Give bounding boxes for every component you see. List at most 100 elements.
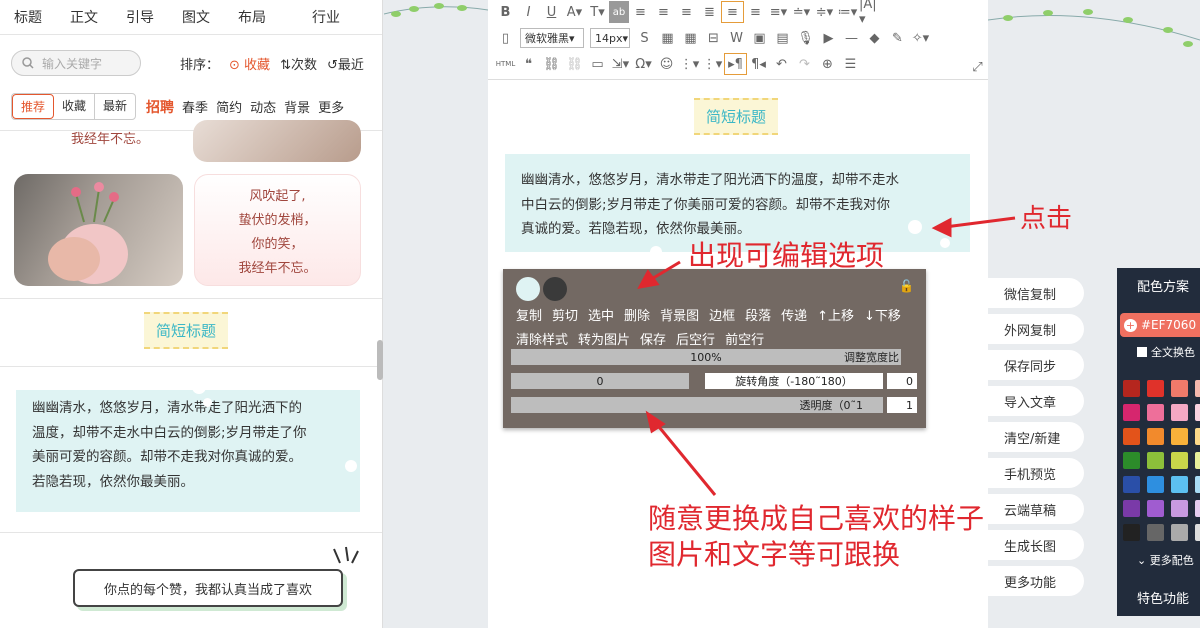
sort-favorites[interactable]: ⊙ 收藏	[229, 54, 270, 73]
tab-latest[interactable]: 最新	[95, 94, 135, 119]
undo-icon[interactable]: ↶	[770, 53, 793, 75]
strikethrough-icon[interactable]: S	[633, 27, 656, 49]
color-swatch[interactable]	[1123, 476, 1140, 493]
color-swatch[interactable]	[1147, 452, 1164, 469]
fullscreen-icon[interactable]: ⤢	[966, 56, 989, 78]
external-copy-button[interactable]: 外网复制	[988, 314, 1084, 344]
tag-background[interactable]: 背景	[284, 97, 310, 117]
font-style-icon[interactable]: T▾	[586, 1, 609, 23]
search-input[interactable]: 输入关键字	[11, 50, 141, 76]
color-swatch[interactable]	[1171, 476, 1188, 493]
omega-icon[interactable]: Ω▾	[632, 53, 655, 75]
cloud-draft-button[interactable]: 云端草稿	[988, 494, 1084, 524]
sort-count[interactable]: ⇅次数	[280, 54, 317, 73]
font-color-icon[interactable]: A▾	[563, 1, 586, 23]
save-sync-button[interactable]: 保存同步	[988, 350, 1084, 380]
quote-icon[interactable]: ❝	[517, 53, 540, 75]
nav-item-imagetext[interactable]: 图文	[168, 7, 224, 27]
align-center-icon[interactable]: ≡	[652, 1, 675, 23]
clear-style-action[interactable]: 清除样式	[516, 329, 568, 348]
width-slider[interactable]: 100% 调整宽度比	[511, 349, 901, 365]
move-up-action[interactable]: ↑上移	[817, 305, 854, 324]
color-swatch[interactable]	[1171, 524, 1188, 541]
special-features[interactable]: 特色功能	[1137, 588, 1189, 607]
editor-short-title[interactable]: 简短标题	[694, 98, 779, 135]
nav-item-industry[interactable]: 行业	[298, 7, 354, 27]
merge-cells-icon[interactable]: ⊟	[702, 27, 725, 49]
color-swatch[interactable]	[1123, 428, 1140, 445]
save-action[interactable]: 保存	[640, 329, 666, 348]
tag-simple[interactable]: 简约	[216, 97, 242, 117]
tab-recommended[interactable]: 推荐	[12, 94, 55, 119]
select-action[interactable]: 选中	[588, 305, 614, 324]
background-image-action[interactable]: 背景图	[660, 305, 699, 324]
to-image-action[interactable]: 转为图片	[578, 329, 630, 348]
align-justify-icon[interactable]: ≣	[698, 1, 721, 23]
color-swatch[interactable]	[1171, 404, 1188, 421]
color-swatch[interactable]	[1123, 404, 1140, 421]
color-swatch[interactable]	[1123, 380, 1140, 397]
blank-line-after-action[interactable]: 后空行	[676, 329, 715, 348]
link-icon[interactable]: ⛓	[540, 53, 563, 75]
color-swatch[interactable]	[1171, 428, 1188, 445]
color-swatch[interactable]	[1171, 380, 1188, 397]
color-swatch[interactable]	[1171, 452, 1188, 469]
color-swatch[interactable]	[1171, 500, 1188, 517]
preview-icon[interactable]: ☰	[839, 53, 862, 75]
ltr-icon[interactable]: ▸¶	[724, 53, 747, 75]
align-right-icon[interactable]: ≡	[675, 1, 698, 23]
color-swatch[interactable]	[1123, 452, 1140, 469]
rotate-input[interactable]: 0	[887, 373, 917, 389]
left-scrollbar[interactable]	[377, 340, 383, 380]
line-height-icon[interactable]: ≡	[744, 1, 767, 23]
color-swatch[interactable]	[1195, 404, 1200, 421]
nav-item-layout[interactable]: 布局	[224, 7, 280, 27]
color-swatch[interactable]	[1147, 500, 1164, 517]
delete-action[interactable]: 删除	[624, 305, 650, 324]
paragraph-action[interactable]: 段落	[745, 305, 771, 324]
copy-action[interactable]: 复制	[516, 305, 542, 324]
color-swatch[interactable]	[1123, 524, 1140, 541]
unlink-icon[interactable]: ⛓	[563, 53, 586, 75]
template-photo[interactable]	[193, 120, 361, 162]
border-action[interactable]: 边框	[709, 305, 735, 324]
ordered-list-icon[interactable]: ⋮▾	[678, 53, 701, 75]
more-colors-link[interactable]: ⌄ 更多配色	[1137, 552, 1194, 568]
template-poem-card[interactable]: 风吹起了, 蛰伏的发梢， 你的笑， 我经年不忘。	[194, 174, 361, 286]
tag-icon[interactable]: ◆	[863, 27, 886, 49]
table-icon[interactable]: ▦	[656, 27, 679, 49]
paragraph-spacing-icon[interactable]: ≡▾	[767, 1, 790, 23]
background-color-icon[interactable]: ab	[609, 1, 629, 23]
format-icon[interactable]: ▭	[586, 53, 609, 75]
color-swatch[interactable]	[1123, 500, 1140, 517]
html-icon[interactable]: HTML	[494, 53, 517, 75]
export-icon[interactable]: ⇲▾	[609, 53, 632, 75]
rotate-slider[interactable]: 0	[511, 373, 689, 389]
color-swatch[interactable]	[1195, 524, 1200, 541]
opacity-input[interactable]: 1	[887, 397, 917, 413]
color-swatch[interactable]	[1147, 404, 1164, 421]
word-icon[interactable]: W	[725, 27, 748, 49]
color-swatch[interactable]	[1147, 476, 1164, 493]
font-family-select[interactable]: 微软雅黑 ▾	[520, 28, 584, 48]
full-swap-checkbox[interactable]: 全文换色	[1137, 344, 1195, 360]
template-paragraph[interactable]: 幽幽清水，悠悠岁月，清水带走了阳光洒下的 温度，却带不走水中白云的倒影;岁月带走…	[16, 390, 360, 512]
mobile-preview-button[interactable]: 手机预览	[988, 458, 1084, 488]
nav-item-title[interactable]: 标题	[0, 7, 56, 27]
cut-action[interactable]: 剪切	[552, 305, 578, 324]
underline-icon[interactable]: U	[540, 1, 563, 23]
move-down-action[interactable]: ↓下移	[864, 305, 901, 324]
color-swatch[interactable]	[1195, 380, 1200, 397]
format-brush-icon[interactable]: ✎	[886, 27, 909, 49]
color-swatch[interactable]	[1147, 428, 1164, 445]
lock-icon[interactable]: 🔓	[899, 279, 914, 293]
tag-recruit[interactable]: 招聘	[146, 97, 174, 117]
align-left-icon[interactable]: ≡	[629, 1, 652, 23]
emoji-icon[interactable]: ☺	[655, 53, 678, 75]
opacity-slider[interactable]: 透明度（0˜1	[511, 397, 883, 413]
row-spacing-icon[interactable]: ≑▾	[813, 1, 836, 23]
color-swatch[interactable]	[1195, 428, 1200, 445]
microphone-icon[interactable]: 🎙	[794, 27, 817, 49]
tab-favorites[interactable]: 收藏	[54, 94, 96, 119]
nav-item-guide[interactable]: 引导	[112, 7, 168, 27]
